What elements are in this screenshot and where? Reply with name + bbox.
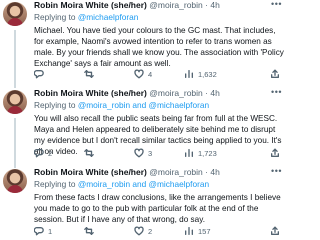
timestamp[interactable]: 4h: [210, 0, 219, 10]
avatar[interactable]: [3, 90, 27, 114]
retweet-icon: [84, 70, 94, 78]
author-handle[interactable]: @moira_robin: [149, 88, 203, 98]
views-icon: [185, 149, 193, 157]
tweet-2[interactable]: Robin Moira White (she/her) @moira_robin…: [0, 87, 288, 168]
tweet-header: Robin Moira White (she/her) @moira_robin…: [34, 88, 220, 98]
tweet-text: Michael. You have tied your colours to t…: [34, 26, 284, 68]
avatar[interactable]: [3, 2, 27, 26]
avatar[interactable]: [3, 169, 27, 193]
tweet-header: Robin Moira White (she/her) @moira_robin…: [34, 167, 220, 177]
share-icon: [271, 148, 279, 157]
views-icon: [185, 227, 193, 235]
retweet-icon: [84, 149, 94, 157]
view-count: 1,723: [198, 148, 217, 158]
like-count: 4: [148, 69, 153, 79]
reply-icon: [34, 149, 44, 158]
tweet-actions: 4 1,632: [34, 69, 284, 81]
tweet-actions: 2 3 1,723: [34, 148, 284, 160]
tweet-1[interactable]: Robin Moira White (she/her) @moira_robin…: [0, 0, 288, 88]
share-button[interactable]: [270, 69, 280, 79]
reply-button[interactable]: 2: [34, 148, 52, 158]
more-icon[interactable]: •••: [271, 87, 282, 97]
like-icon: [134, 69, 144, 79]
reply-button[interactable]: [34, 69, 48, 79]
thread-line: [14, 118, 16, 168]
replying-to-label: Replying to: [34, 100, 76, 110]
views-button[interactable]: 1,632: [184, 69, 217, 79]
reply-mention[interactable]: @moira_robin: [78, 179, 130, 189]
like-count: 3: [148, 148, 153, 158]
share-icon: [271, 226, 279, 235]
author-name[interactable]: Robin Moira White (she/her): [34, 88, 147, 98]
reply-join: and: [132, 179, 147, 189]
tweet-actions: 1 2 157: [34, 226, 284, 238]
tweet-text: From these facts I draw conclusions, lik…: [34, 193, 281, 224]
share-button[interactable]: [270, 148, 280, 158]
view-count: 1,632: [198, 69, 217, 79]
like-button[interactable]: 4: [134, 69, 152, 79]
tweet-header: Robin Moira White (she/her) @moira_robin…: [34, 0, 220, 10]
more-icon[interactable]: •••: [271, 0, 282, 9]
reply-mention[interactable]: @moira_robin: [78, 100, 130, 110]
author-handle[interactable]: @moira_robin: [149, 167, 203, 177]
tweet-3[interactable]: Robin Moira White (she/her) @moira_robin…: [0, 166, 288, 239]
like-count: 2: [148, 226, 153, 236]
share-button[interactable]: [270, 226, 280, 236]
replying-to-label: Replying to: [34, 179, 76, 189]
replying-to: Replying to @michaelpforan: [34, 12, 138, 23]
like-icon: [134, 148, 144, 158]
reply-icon: [34, 227, 44, 236]
like-button[interactable]: 3: [134, 148, 152, 158]
replying-to: Replying to @moira_robin and @michaelpfo…: [34, 100, 209, 111]
views-button[interactable]: 157: [184, 226, 211, 236]
reply-icon: [34, 70, 44, 79]
reply-mention[interactable]: @michaelpforan: [78, 12, 139, 22]
replying-to-label: Replying to: [34, 12, 76, 22]
retweet-icon: [84, 227, 94, 235]
retweet-button[interactable]: [84, 148, 98, 158]
author-handle[interactable]: @moira_robin: [149, 0, 203, 10]
reply-join: and: [132, 100, 147, 110]
reply-count: 2: [48, 148, 53, 158]
view-count: 157: [198, 226, 211, 236]
replying-to: Replying to @moira_robin and @michaelpfo…: [34, 179, 209, 190]
reply-mention-2[interactable]: @michaelpforan: [149, 100, 210, 110]
thread-line: [14, 30, 16, 88]
views-button[interactable]: 1,723: [184, 148, 217, 158]
like-button[interactable]: 2: [134, 226, 152, 236]
retweet-button[interactable]: [84, 226, 98, 236]
reply-mention-2[interactable]: @michaelpforan: [149, 179, 210, 189]
reply-count: 1: [48, 226, 53, 236]
views-icon: [185, 70, 193, 78]
timestamp[interactable]: 4h: [210, 88, 219, 98]
share-icon: [271, 69, 279, 78]
like-icon: [134, 226, 144, 236]
author-name[interactable]: Robin Moira White (she/her): [34, 0, 147, 10]
timestamp[interactable]: 4h: [210, 167, 219, 177]
reply-button[interactable]: 1: [34, 226, 52, 236]
author-name[interactable]: Robin Moira White (she/her): [34, 167, 147, 177]
more-icon[interactable]: •••: [271, 166, 282, 176]
retweet-button[interactable]: [84, 69, 98, 79]
